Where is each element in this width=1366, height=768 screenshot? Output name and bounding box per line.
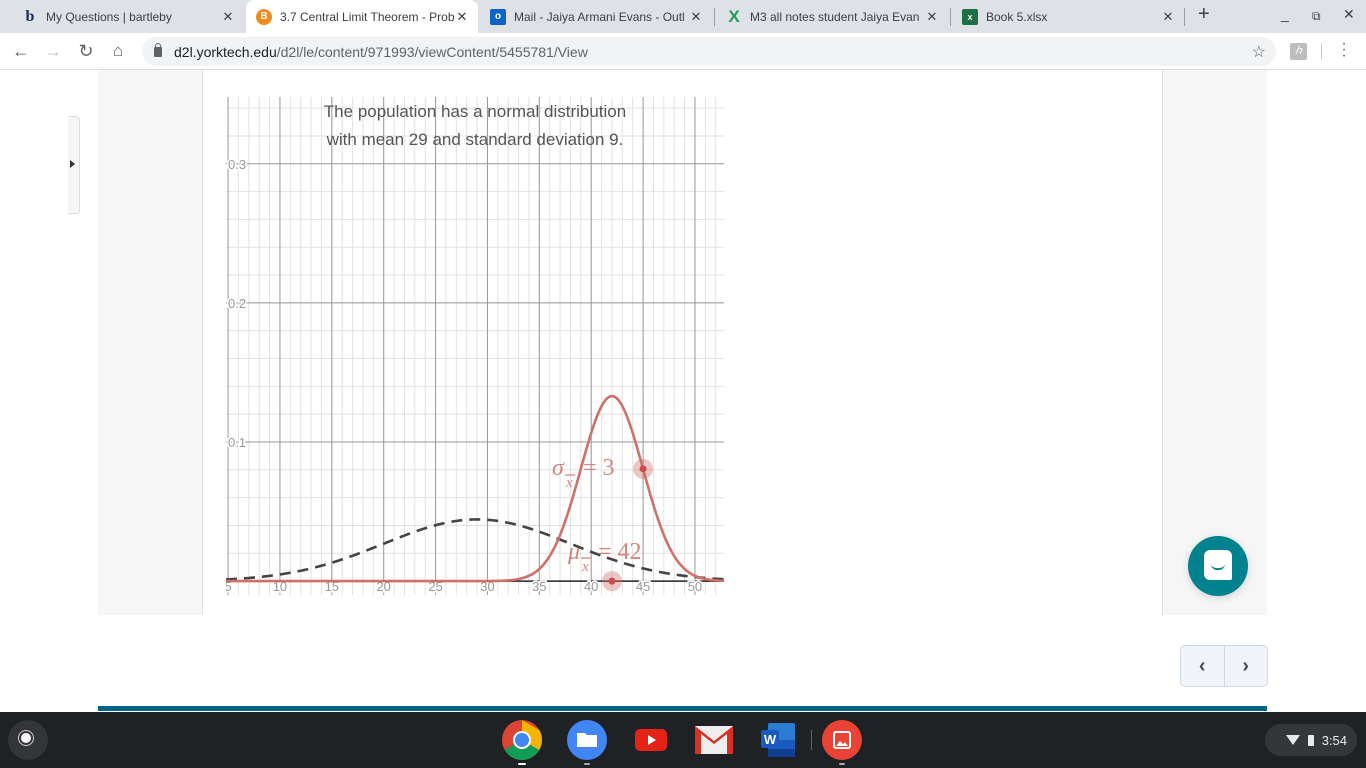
chat-launcher-button[interactable] xyxy=(1188,536,1248,596)
youtube-icon xyxy=(635,729,667,751)
sigma-subscript: x xyxy=(565,475,573,491)
gmail-icon xyxy=(695,726,733,754)
chrome-app-icon[interactable] xyxy=(502,720,542,765)
y-tick-label: 0.1 xyxy=(228,435,246,450)
files-app-icon[interactable] xyxy=(567,720,607,765)
content-pager: ‹ › xyxy=(1180,645,1268,687)
x-tick-label: 45 xyxy=(636,579,650,594)
reload-button[interactable]: ↻ xyxy=(75,40,97,62)
chrome-icon xyxy=(502,720,542,760)
wifi-icon xyxy=(1285,735,1300,745)
tab-strip: b My Questions | bartleby ✕ B 3.7 Centra… xyxy=(0,0,1366,33)
brightspace-icon: B xyxy=(256,8,272,25)
bartleby-icon: b xyxy=(25,7,35,25)
shelf-divider xyxy=(811,730,812,750)
clock: 3:54 xyxy=(1321,732,1347,748)
address-bar[interactable]: d2l.yorktech.edu/d2l/le/content/971993/v… xyxy=(142,37,1276,66)
sigma-label: σ x = 3 xyxy=(552,455,615,491)
browser-toolbar: ← → ↻ ⌂ d2l.yorktech.edu/d2l/le/content/… xyxy=(0,33,1366,70)
distribution-graph: 5 10 15 20 25 30 35 40 45 50 0.1 0.2 0.3 The populat… xyxy=(223,97,725,596)
tab-m3-notes[interactable]: X M3 all notes student Jaiya Evan ✕ xyxy=(716,0,948,33)
lock-icon xyxy=(154,42,162,57)
mu-subscript: x xyxy=(581,559,589,575)
y-tick-label: 0.2 xyxy=(228,296,246,311)
tab-book5[interactable]: x Book 5.xlsx ✕ xyxy=(952,0,1184,33)
sidebar-toggle[interactable] xyxy=(68,116,80,214)
folder-icon xyxy=(567,720,607,760)
x-tick-label: 50 xyxy=(688,579,702,594)
sigma-value: = 3 xyxy=(583,455,615,481)
next-button[interactable]: › xyxy=(1225,646,1268,686)
excel-icon: x xyxy=(962,8,978,25)
close-window-button[interactable]: ✕ xyxy=(1343,6,1355,23)
home-button[interactable]: ⌂ xyxy=(107,40,129,62)
extension-icon[interactable]: ℎ xyxy=(1290,43,1307,60)
tab-divider xyxy=(1184,8,1185,26)
mu-label: μ x = 42 xyxy=(567,539,642,575)
annotation-line-1: The population has a normal distribution xyxy=(324,102,626,121)
expand-arrow-icon xyxy=(70,160,75,168)
right-panel xyxy=(1162,70,1267,615)
battery-icon xyxy=(1307,734,1314,746)
status-area[interactable]: 3:54 xyxy=(1265,724,1357,756)
left-panel xyxy=(98,70,203,615)
annotation-line-2: with mean 29 and standard deviation 9. xyxy=(326,130,624,149)
tab-divider xyxy=(714,8,715,26)
toolbar-divider xyxy=(1321,43,1322,60)
word-icon: W xyxy=(761,723,795,757)
chat-bubble-icon xyxy=(1204,550,1232,580)
previous-button[interactable]: ‹ xyxy=(1181,646,1225,686)
gmail-app-icon[interactable] xyxy=(694,720,734,760)
back-button[interactable]: ← xyxy=(10,40,32,62)
tab-divider xyxy=(950,8,951,26)
close-tab-icon[interactable]: ✕ xyxy=(454,9,470,25)
minimize-button[interactable]: _ xyxy=(1281,6,1289,22)
close-tab-icon[interactable]: ✕ xyxy=(924,9,940,25)
gallery-icon xyxy=(822,720,862,760)
word-app-icon[interactable]: W xyxy=(758,720,798,760)
close-tab-icon[interactable]: ✕ xyxy=(1160,9,1176,25)
launcher-button[interactable] xyxy=(8,720,48,760)
youtube-app-icon[interactable] xyxy=(631,720,671,760)
restore-icon[interactable]: ⧉ xyxy=(1312,9,1321,24)
y-tick-label: 0.3 xyxy=(228,157,246,172)
more-menu-icon[interactable]: · · · xyxy=(1338,36,1350,64)
tab-title: M3 all notes student Jaiya Evan xyxy=(750,9,920,24)
tab-mail[interactable]: o Mail - Jaiya Armani Evans - Outl ✕ xyxy=(480,0,712,33)
os-shelf: W 3:54 xyxy=(0,712,1366,768)
sigma-symbol: σ xyxy=(552,455,565,481)
bookmark-star-icon[interactable]: ☆ xyxy=(1252,42,1266,62)
tab-central-limit-theorem[interactable]: B 3.7 Central Limit Theorem - Prob ✕ xyxy=(246,0,478,33)
outlook-icon: o xyxy=(490,8,506,25)
x-tick-label: 40 xyxy=(584,579,598,594)
tab-title: Mail - Jaiya Armani Evans - Outl xyxy=(514,9,685,24)
tab-title: Book 5.xlsx xyxy=(986,9,1048,24)
tab-bartleby[interactable]: b My Questions | bartleby ✕ xyxy=(12,0,244,33)
url-path: /d2l/le/content/971993/viewContent/54557… xyxy=(276,43,588,60)
chart-svg: 5 10 15 20 25 30 35 40 45 500.10.20.3 The populat… xyxy=(223,97,725,596)
gallery-app-icon[interactable] xyxy=(822,720,862,765)
mu-symbol: μ xyxy=(567,539,580,565)
svg-text:W: W xyxy=(764,732,777,747)
tab-title: 3.7 Central Limit Theorem - Prob xyxy=(280,9,454,24)
tab-title: My Questions | bartleby xyxy=(46,9,172,24)
footer-bar xyxy=(98,706,1267,711)
mean-point[interactable] xyxy=(608,577,616,585)
close-tab-icon[interactable]: ✕ xyxy=(220,9,236,25)
url-host: d2l.yorktech.edu xyxy=(174,43,277,60)
excel-x-icon: X xyxy=(728,6,740,26)
new-tab-button[interactable]: + xyxy=(1198,3,1210,26)
close-tab-icon[interactable]: ✕ xyxy=(688,9,704,25)
mu-value: = 42 xyxy=(598,539,642,565)
sd-point[interactable] xyxy=(639,465,647,473)
forward-button[interactable]: → xyxy=(42,40,64,62)
x-tick-label: 35 xyxy=(532,579,546,594)
